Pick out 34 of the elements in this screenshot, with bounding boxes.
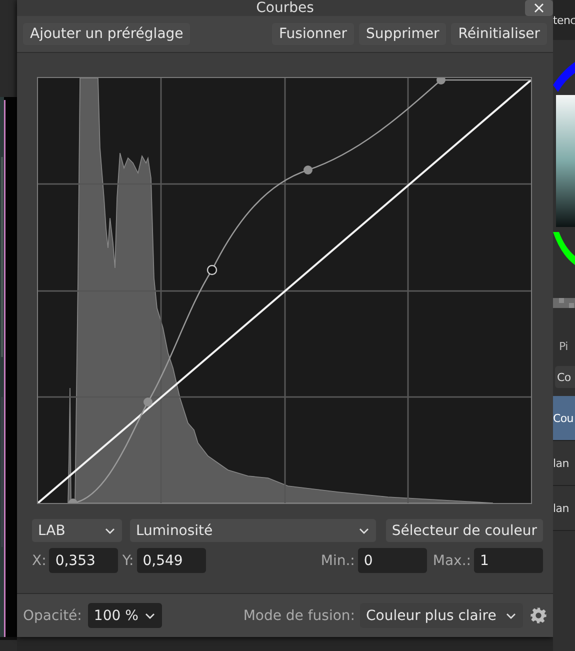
control-point[interactable] xyxy=(304,166,312,174)
opacity-dropdown[interactable]: 100 % xyxy=(88,603,162,628)
chevron-icon xyxy=(104,528,115,534)
field-label: Max.: xyxy=(432,552,471,568)
blend-mode-dropdown[interactable]: Couleur plus claire xyxy=(360,603,523,628)
close-icon xyxy=(534,3,544,13)
panel-button[interactable]: Co xyxy=(555,366,575,388)
control-point[interactable] xyxy=(436,78,446,84)
color-space-dropdown[interactable]: LAB xyxy=(32,519,122,542)
number-field[interactable]: 0,353 xyxy=(49,548,118,573)
opacity-label: Opacité: xyxy=(23,608,82,624)
panel-heading: Pi xyxy=(559,340,568,352)
close-button[interactable] xyxy=(525,0,553,16)
field-label: Min.: xyxy=(320,552,355,568)
chevron-icon xyxy=(506,612,516,618)
add-preset-button[interactable]: Ajouter un préréglage xyxy=(23,23,190,45)
channel-dropdown[interactable]: Luminosité xyxy=(130,519,376,542)
field-label: Y: xyxy=(122,552,134,568)
window-title: Courbes xyxy=(256,0,314,16)
selected-control-point[interactable] xyxy=(206,264,218,276)
control-point[interactable] xyxy=(144,398,152,406)
chevron-icon xyxy=(358,528,369,534)
chevron-icon xyxy=(144,612,155,618)
field-label: X: xyxy=(32,552,46,568)
number-field[interactable]: 1 xyxy=(474,548,543,573)
number-field[interactable]: 0,549 xyxy=(136,548,206,573)
blend-mode-label: Mode de fusion: xyxy=(243,608,355,624)
toolbar-button[interactable]: Supprimer xyxy=(359,23,446,45)
layer-row[interactable]: Cou xyxy=(553,396,575,441)
settings-icon[interactable] xyxy=(530,607,547,624)
toolbar-button[interactable]: Fusionner xyxy=(272,23,354,45)
number-field[interactable]: 0 xyxy=(358,548,427,573)
toolbar-button[interactable]: Réinitialiser xyxy=(451,23,547,45)
color-picker-button[interactable]: Sélecteur de couleur xyxy=(386,519,543,542)
